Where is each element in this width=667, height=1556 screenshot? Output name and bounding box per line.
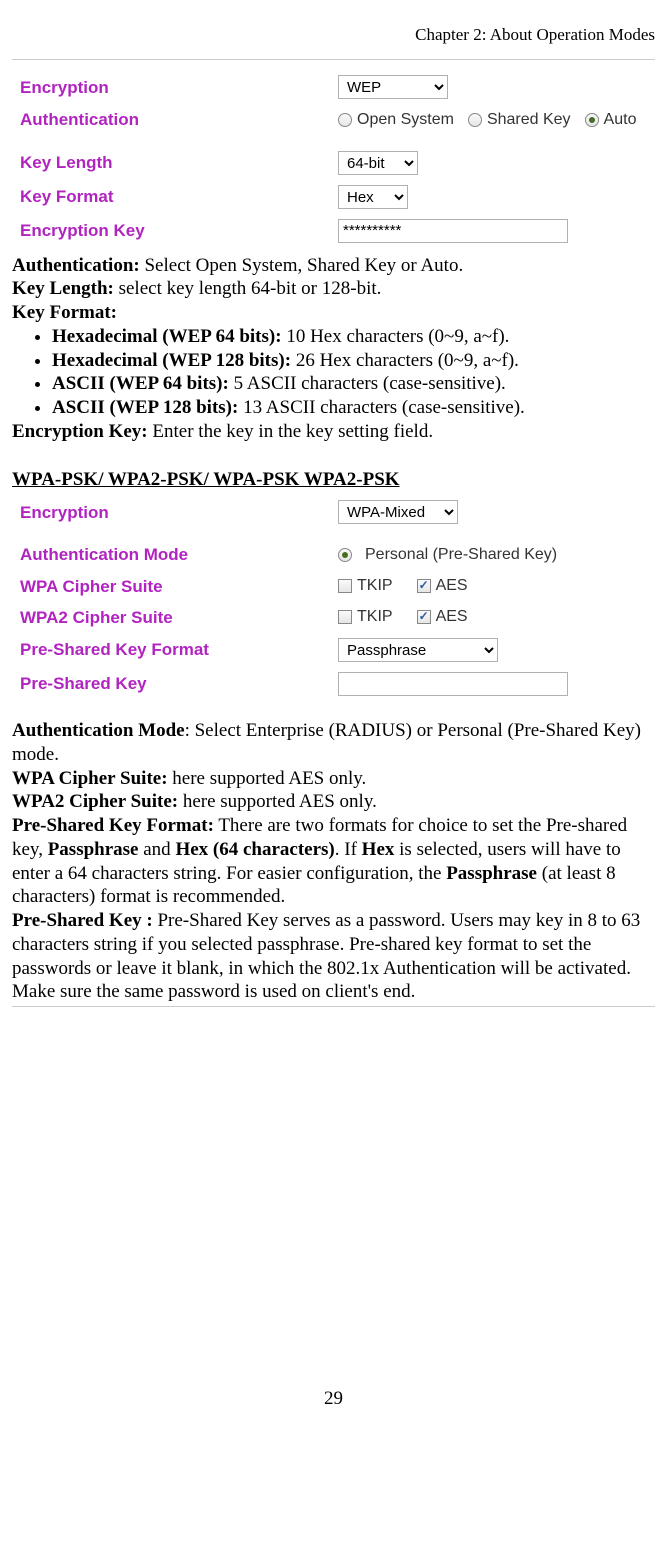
radio-icon xyxy=(468,113,482,127)
authmode-label: Authentication Mode xyxy=(12,720,185,741)
encryption-select-2[interactable]: WPA-Mixed xyxy=(338,500,458,524)
wpa2-cipher-dlabel: WPA2 Cipher Suite: xyxy=(12,791,178,812)
auth-shared-option[interactable]: Shared Key xyxy=(468,110,571,130)
list-item: ASCII (WEP 64 bits): 5 ASCII characters … xyxy=(52,372,655,396)
wep-description: Authentication: Select Open System, Shar… xyxy=(12,254,655,444)
encryption-label-2: Encryption xyxy=(20,502,330,523)
encryption-key-input[interactable] xyxy=(338,219,568,243)
wpa-cipher-label: WPA Cipher Suite xyxy=(20,576,330,597)
psk-format-label: Pre-Shared Key Format xyxy=(20,639,330,660)
authentication-label: Authentication xyxy=(20,109,330,130)
wpa2-tkip-text: TKIP xyxy=(357,607,393,627)
wep-settings-panel: Encryption WEP Authentication Open Syste… xyxy=(12,70,655,247)
psk-label: Pre-Shared Key xyxy=(20,673,330,694)
radio-icon xyxy=(338,113,352,127)
wpa2-aes-text: AES xyxy=(436,607,468,627)
wpa2-aes-option[interactable]: AES xyxy=(417,607,468,627)
row-encryption-key: Encryption Key xyxy=(12,214,655,248)
radio-selected-icon xyxy=(585,113,599,127)
auth-mode-label: Authentication Mode xyxy=(20,544,330,565)
row-encryption-2: Encryption WPA-Mixed xyxy=(12,495,655,529)
auth-open-option[interactable]: Open System xyxy=(338,110,454,130)
wpa-description: Authentication Mode: Select Enterprise (… xyxy=(12,719,655,1004)
encryption-key-label: Encryption Key xyxy=(20,220,330,241)
key-format-list: Hexadecimal (WEP 64 bits): 10 Hex charac… xyxy=(12,325,655,420)
list-item: ASCII (WEP 128 bits): 13 ASCII character… xyxy=(52,396,655,420)
enckey-label: Encryption Key: xyxy=(12,421,148,442)
auth-shared-text: Shared Key xyxy=(487,110,571,130)
list-item: Hexadecimal (WEP 128 bits): 26 Hex chara… xyxy=(52,349,655,373)
keyfmt-label: Key Format: xyxy=(12,302,117,323)
encryption-label: Encryption xyxy=(20,77,330,98)
key-length-select[interactable]: 64-bit xyxy=(338,151,418,175)
auth-open-text: Open System xyxy=(357,110,454,130)
wpa2-cipher-dtext: here supported AES only. xyxy=(178,791,377,812)
key-format-label: Key Format xyxy=(20,186,330,207)
row-wpa-cipher: WPA Cipher Suite TKIP AES xyxy=(12,571,655,602)
row-psk-format: Pre-Shared Key Format Passphrase xyxy=(12,633,655,667)
psk-dlabel: Pre-Shared Key : xyxy=(12,910,153,931)
row-key-length: Key Length 64-bit xyxy=(12,146,655,180)
psk-format-select[interactable]: Passphrase xyxy=(338,638,498,662)
encryption-select[interactable]: WEP xyxy=(338,75,448,99)
chapter-header: Chapter 2: About Operation Modes xyxy=(12,24,655,45)
auth-auto-text: Auto xyxy=(604,110,637,130)
wpa-cipher-dtext: here supported AES only. xyxy=(168,768,367,789)
wpa-tkip-option[interactable]: TKIP xyxy=(338,576,393,596)
checkbox-checked-icon xyxy=(417,579,431,593)
psk-input[interactable] xyxy=(338,672,568,696)
auth-text: Select Open System, Shared Key or Auto. xyxy=(140,255,463,276)
checkbox-checked-icon xyxy=(417,610,431,624)
row-authentication: Authentication Open System Shared Key Au… xyxy=(12,104,655,135)
auth-mode-personal-text: Personal (Pre-Shared Key) xyxy=(365,545,557,565)
wpa-tkip-text: TKIP xyxy=(357,576,393,596)
auth-mode-personal-option[interactable]: Personal (Pre-Shared Key) xyxy=(338,545,557,565)
row-wpa2-cipher: WPA2 Cipher Suite TKIP AES xyxy=(12,602,655,633)
divider-bottom xyxy=(12,1006,655,1007)
row-encryption: Encryption WEP xyxy=(12,70,655,104)
list-item: Hexadecimal (WEP 64 bits): 10 Hex charac… xyxy=(52,325,655,349)
divider xyxy=(12,59,655,60)
wpa-aes-text: AES xyxy=(436,576,468,596)
wpa2-cipher-label: WPA2 Cipher Suite xyxy=(20,607,330,628)
wpa-section-heading: WPA-PSK/ WPA2-PSK/ WPA-PSK WPA2-PSK xyxy=(12,468,400,492)
checkbox-icon xyxy=(338,610,352,624)
row-auth-mode: Authentication Mode Personal (Pre-Shared… xyxy=(12,539,655,570)
auth-label: Authentication: xyxy=(12,255,140,276)
key-length-label: Key Length xyxy=(20,152,330,173)
wpa-aes-option[interactable]: AES xyxy=(417,576,468,596)
keylen-label: Key Length: xyxy=(12,278,114,299)
auth-auto-option[interactable]: Auto xyxy=(585,110,637,130)
page-number: 29 xyxy=(12,1387,655,1411)
row-key-format: Key Format Hex xyxy=(12,180,655,214)
radio-selected-icon xyxy=(338,548,352,562)
wpa-settings-panel: Encryption WPA-Mixed Authentication Mode… xyxy=(12,495,655,701)
pskfmt-dlabel: Pre-Shared Key Format: xyxy=(12,815,214,836)
row-psk: Pre-Shared Key xyxy=(12,667,655,701)
key-format-select[interactable]: Hex xyxy=(338,185,408,209)
enckey-text: Enter the key in the key setting field. xyxy=(148,421,433,442)
wpa-cipher-dlabel: WPA Cipher Suite: xyxy=(12,768,168,789)
keylen-text: select key length 64-bit or 128-bit. xyxy=(114,278,382,299)
checkbox-icon xyxy=(338,579,352,593)
wpa2-tkip-option[interactable]: TKIP xyxy=(338,607,393,627)
